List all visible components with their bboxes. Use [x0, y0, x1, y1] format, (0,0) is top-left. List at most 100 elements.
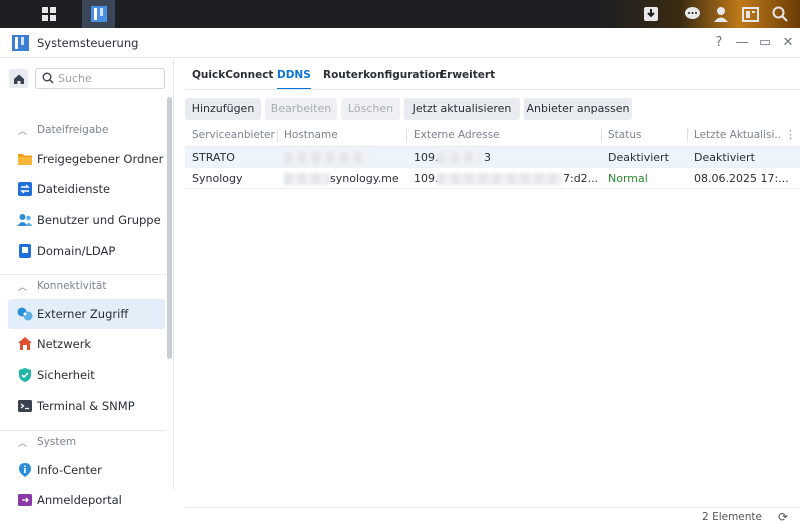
- taskbar-control-panel-button[interactable]: [82, 0, 115, 28]
- item-count: 2 Elemente: [702, 511, 762, 523]
- sidebar-item-security[interactable]: Sicherheit: [8, 360, 165, 390]
- taskbar: [0, 0, 800, 28]
- redacted-hostname: [284, 173, 330, 185]
- sidebar-item-label: Info-Center: [37, 463, 102, 477]
- control-panel-icon: [90, 6, 107, 22]
- sidebar-item-label: Externer Zugriff: [37, 307, 129, 321]
- login-portal-icon: [18, 494, 32, 506]
- file-services-icon: [18, 182, 32, 196]
- folder-icon: [18, 154, 32, 165]
- cell-address-suffix: 3: [484, 151, 491, 164]
- network-icon: [18, 337, 32, 350]
- redacted-hostname: [284, 152, 368, 164]
- sidebar-item-label: Anmeldeportal: [37, 493, 122, 507]
- column-menu-icon[interactable]: ⋮: [785, 128, 796, 141]
- redacted-address: [437, 173, 563, 185]
- cell-status: Normal: [608, 172, 648, 185]
- chevron-up-icon: ︿: [18, 127, 28, 137]
- cell-hostname: synology.me: [330, 172, 399, 185]
- table-row[interactable]: Synology synology.me 109. 7:d2... Normal…: [185, 168, 800, 189]
- edit-button[interactable]: Bearbeiten: [265, 98, 337, 120]
- cell-address-suffix: 7:d2...: [563, 172, 599, 185]
- cell-last-update: Deaktiviert: [694, 151, 755, 164]
- section-header-system[interactable]: ︿ System: [0, 430, 166, 454]
- column-separator[interactable]: [601, 128, 602, 142]
- column-header-provider[interactable]: Serviceanbieter: [192, 124, 278, 146]
- sidebar-item-users-groups[interactable]: Benutzer und Gruppe: [8, 205, 165, 235]
- restore-button[interactable]: ▭: [756, 34, 774, 52]
- sidebar-scrollbar[interactable]: [167, 97, 172, 359]
- section-header-connectivity[interactable]: ︿ Konnektivität: [0, 274, 166, 298]
- terminal-icon: [18, 400, 32, 412]
- tab-advanced[interactable]: Erweitert: [440, 69, 495, 81]
- sidebar-item-label: Benutzer und Gruppe: [37, 213, 161, 227]
- tab-ddns[interactable]: DDNS: [277, 69, 311, 90]
- search-input[interactable]: [58, 71, 158, 86]
- sidebar-item-label: Netzwerk: [37, 337, 92, 351]
- sidebar-item-label: Terminal & SNMP: [37, 399, 135, 413]
- search-box[interactable]: [35, 68, 165, 89]
- sidebar-item-network[interactable]: Netzwerk: [8, 329, 165, 359]
- table-row[interactable]: STRATO 109. 3 Deaktiviert Deaktiviert: [185, 147, 800, 168]
- sidebar-item-label: Domain/LDAP: [37, 244, 116, 258]
- column-header-external-address[interactable]: Externe Adresse: [414, 124, 599, 146]
- cell-address-prefix: 109.: [414, 172, 439, 185]
- sidebar-item-shared-folder[interactable]: Freigegebener Ordner: [8, 144, 165, 174]
- sidebar-item-domain-ldap[interactable]: Domain/LDAP: [8, 236, 165, 266]
- external-access-icon: [17, 307, 33, 321]
- widgets-icon[interactable]: [740, 4, 760, 24]
- tab-router-configuration[interactable]: Routerkonfiguration: [323, 69, 443, 81]
- user-icon[interactable]: [711, 4, 731, 24]
- control-panel-app-icon: [12, 35, 29, 51]
- search-icon: [42, 72, 54, 84]
- shield-icon: [19, 368, 31, 382]
- section-header-file-sharing[interactable]: ︿ Dateifreigabe: [0, 119, 166, 143]
- sidebar-item-label: Freigegebener Ordner: [37, 152, 164, 166]
- main-menu-button[interactable]: [32, 0, 65, 28]
- column-header-status[interactable]: Status: [608, 124, 688, 146]
- close-button[interactable]: ✕: [779, 34, 797, 52]
- tab-quickconnect[interactable]: QuickConnect: [192, 69, 273, 81]
- cell-last-update: 08.06.2025 17:...: [694, 172, 789, 185]
- column-separator[interactable]: [687, 128, 688, 142]
- sidebar-item-external-access[interactable]: Externer Zugriff: [8, 299, 165, 329]
- update-now-button[interactable]: Jetzt aktualisieren: [404, 98, 520, 120]
- download-station-icon[interactable]: [641, 4, 661, 24]
- main-content: QuickConnect DDNS Routerkonfiguration Er…: [175, 59, 800, 524]
- search-icon[interactable]: [770, 4, 790, 24]
- minimize-button[interactable]: —: [733, 34, 751, 52]
- home-button[interactable]: [9, 69, 28, 88]
- window-titlebar: Systemsteuerung ? — ▭ ✕: [0, 28, 800, 58]
- tab-bar: QuickConnect DDNS Routerkonfiguration Er…: [175, 59, 800, 93]
- cell-status: Deaktiviert: [608, 151, 669, 164]
- column-header-last-update[interactable]: Letzte Aktualisi...: [694, 124, 782, 146]
- customize-provider-button[interactable]: Anbieter anpassen: [524, 98, 632, 120]
- sidebar-item-label: Sicherheit: [37, 368, 95, 382]
- sidebar: ︿ Dateifreigabe Freigegebener Ordner Dat…: [0, 59, 174, 507]
- control-panel-window: Systemsteuerung ? — ▭ ✕ ︿ Dateifreigabe …: [0, 28, 800, 524]
- users-icon: [17, 214, 33, 226]
- column-separator[interactable]: [406, 128, 407, 142]
- column-header-hostname[interactable]: Hostname: [284, 124, 402, 146]
- help-button[interactable]: ?: [710, 34, 728, 52]
- chat-icon[interactable]: [682, 4, 702, 24]
- sidebar-item-file-services[interactable]: Dateidienste: [8, 174, 165, 204]
- add-button[interactable]: Hinzufügen: [185, 98, 261, 120]
- sidebar-item-label: Dateidienste: [37, 182, 111, 196]
- delete-button[interactable]: Löschen: [341, 98, 400, 120]
- refresh-icon[interactable]: ⟳: [778, 510, 788, 524]
- sidebar-item-info-center[interactable]: Info-Center: [8, 455, 165, 485]
- section-label: System: [37, 436, 77, 448]
- footer-divider: [185, 507, 800, 508]
- column-separator[interactable]: [277, 128, 278, 142]
- sidebar-item-terminal-snmp[interactable]: Terminal & SNMP: [8, 391, 165, 421]
- window-title: Systemsteuerung: [37, 36, 139, 50]
- ddns-table: Serviceanbieter Hostname Externe Adresse…: [185, 124, 800, 479]
- tab-divider: [185, 89, 800, 90]
- chevron-up-icon: ︿: [18, 439, 28, 449]
- cell-provider: STRATO: [192, 151, 235, 164]
- chevron-up-icon: ︿: [18, 283, 28, 293]
- info-icon: [19, 463, 31, 477]
- redacted-address: [437, 152, 481, 164]
- section-label: Dateifreigabe: [37, 124, 109, 136]
